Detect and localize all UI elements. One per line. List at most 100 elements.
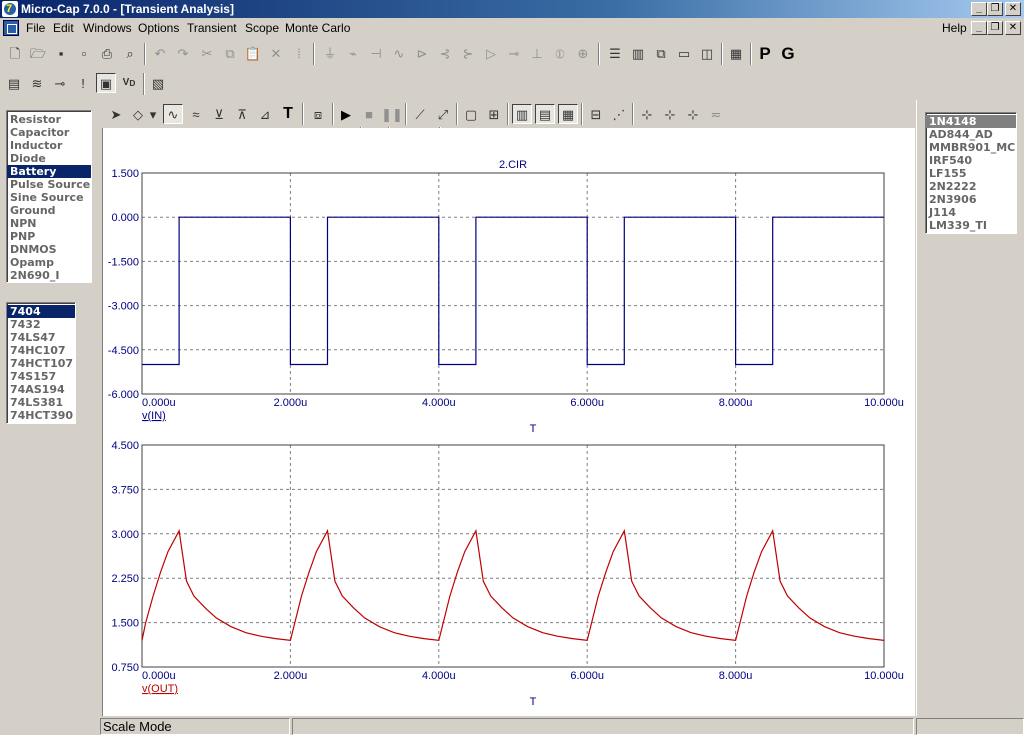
component-list-item[interactable]: Resistor <box>7 113 91 126</box>
menu-edit[interactable]: Edit <box>49 20 78 36</box>
step-line-icon[interactable]: ⤢ <box>433 104 453 124</box>
scale-mode-icon[interactable]: ∿ <box>163 104 183 124</box>
npn-icon[interactable]: ⊰ <box>435 43 455 63</box>
component-list-item[interactable]: Opamp <box>7 256 91 269</box>
select-all-icon[interactable]: ⁞ <box>289 43 309 63</box>
component-list-item[interactable]: Capacitor <box>7 126 91 139</box>
parts-list-item[interactable]: 2N3906 <box>926 193 1016 206</box>
resistor-icon[interactable]: ⌁ <box>343 43 363 63</box>
digital-parts-list-item[interactable]: 74HCT107 <box>7 357 75 370</box>
paste-icon[interactable]: 📋 <box>243 43 263 63</box>
minimize-button[interactable]: _ <box>971 2 987 16</box>
wave-icon[interactable]: ≋ <box>27 73 47 93</box>
menu-file[interactable]: File <box>22 20 49 36</box>
digital-parts-list-item[interactable]: 74S157 <box>7 370 75 383</box>
parts-list-item[interactable]: LF155 <box>926 167 1016 180</box>
digital-parts-list-item[interactable]: 74LS47 <box>7 331 75 344</box>
save-all-icon[interactable]: ▫ <box>74 43 94 63</box>
select-arrow-icon[interactable]: ➤ <box>106 104 126 124</box>
plot-window[interactable]: 2.CIR 1.500 0.000 -1.500 -3.000 -4.500 -6.000 0… <box>102 128 915 716</box>
shapes-icon[interactable]: ◇ <box>128 104 148 124</box>
buffer-icon[interactable]: ⊸ <box>504 43 524 63</box>
parts-list-item[interactable]: AD844_AD <box>926 128 1016 141</box>
mdi-restore-button[interactable]: ❐ <box>987 21 1003 35</box>
split-window-icon[interactable]: ◫ <box>697 43 717 63</box>
component-list-item[interactable]: Pulse Source <box>7 178 91 191</box>
cascade-icon[interactable]: ⧉ <box>651 43 671 63</box>
parts-list-item[interactable]: J114 <box>926 206 1016 219</box>
next-valley-icon[interactable]: ≂ <box>706 104 726 124</box>
text-tool-icon[interactable]: T <box>278 104 298 124</box>
component-list-item[interactable]: Ground <box>7 204 91 217</box>
point-tag-icon[interactable]: ⊻ <box>209 104 229 124</box>
component-list-item[interactable]: PNP <box>7 230 91 243</box>
g-button[interactable]: G <box>778 43 798 63</box>
document-icon[interactable] <box>3 20 19 36</box>
component-list-item[interactable]: Inductor <box>7 139 91 152</box>
tokens-icon[interactable]: ⋰ <box>609 104 629 124</box>
diode-icon[interactable]: ⊳ <box>412 43 432 63</box>
digital-parts-list-item[interactable]: 74LS381 <box>7 396 75 409</box>
menu-options[interactable]: Options <box>134 20 183 36</box>
menu-transient[interactable]: Transient <box>183 20 241 36</box>
digital-parts-list-item[interactable]: 74HCT390 <box>7 409 75 422</box>
component-list-item[interactable]: 2N690_I <box>7 269 91 282</box>
save-icon[interactable]: ▪ <box>51 43 71 63</box>
digital-parts-list-item[interactable]: 7432 <box>7 318 75 331</box>
digital-parts-list-item[interactable]: 74HC107 <box>7 344 75 357</box>
picture-icon[interactable]: ▧ <box>148 73 168 93</box>
opamp-icon[interactable]: ▷ <box>481 43 501 63</box>
calculator-icon[interactable]: ▦ <box>726 43 746 63</box>
sine-source-icon[interactable]: ⦶ <box>550 43 570 63</box>
vid-icon[interactable]: VD <box>119 73 139 93</box>
capacitor-icon[interactable]: ⊣ <box>366 43 386 63</box>
properties-icon[interactable]: ⧈ <box>308 104 328 124</box>
cursor-mode-icon[interactable]: ≈ <box>186 104 206 124</box>
print-preview-icon[interactable]: ⌕ <box>120 43 140 63</box>
component-list-icon[interactable]: ▤ <box>4 73 24 93</box>
tile-horizontal-icon[interactable]: ☰ <box>605 43 625 63</box>
plot-canvas[interactable]: 2.CIR1.5000.000-1.500-3.000-4.500-6.0000… <box>103 128 915 716</box>
dropdown-chevron-icon[interactable]: ▾ <box>147 104 159 124</box>
parts-list-item[interactable]: LM339_TI <box>926 219 1016 232</box>
next-simple-icon[interactable]: ⊹ <box>637 104 657 124</box>
component-list-item[interactable]: DNMOS <box>7 243 91 256</box>
battery-icon[interactable]: ⊥ <box>527 43 547 63</box>
delete-icon[interactable]: ✕ <box>266 43 286 63</box>
maximize-window-icon[interactable]: ▭ <box>674 43 694 63</box>
component-list-item[interactable]: Sine Source <box>7 191 91 204</box>
mdi-minimize-button[interactable]: _ <box>971 21 987 35</box>
next-interpolated-icon[interactable]: ⊹ <box>660 104 680 124</box>
minor-grid-icon[interactable]: ▦ <box>558 104 578 124</box>
next-peak-icon[interactable]: ⊹ <box>683 104 703 124</box>
pnp-icon[interactable]: ⊱ <box>458 43 478 63</box>
open-folder-icon[interactable]: 🗁 <box>28 43 48 63</box>
digital-parts-list[interactable]: 7404 7432 74LS47 74HC107 74HCT107 74S157 74AS1… <box>6 302 76 424</box>
component-list-item[interactable]: Battery <box>7 165 91 178</box>
line-icon[interactable]: ⟋ <box>410 104 430 124</box>
component-list[interactable]: Resistor Capacitor Inductor Diode Battery Pul… <box>6 110 92 283</box>
vertical-tag-icon[interactable]: ⊿ <box>255 104 275 124</box>
copy-icon[interactable]: ⧉ <box>220 43 240 63</box>
parts-list-item[interactable]: 2N2222 <box>926 180 1016 193</box>
ground-icon[interactable]: ⏚ <box>320 43 340 63</box>
pause-icon[interactable]: ❚❚ <box>381 104 403 124</box>
app-icon[interactable] <box>2 0 18 18</box>
print-icon[interactable]: ⎙ <box>97 43 117 63</box>
stop-icon[interactable]: ■ <box>359 104 379 124</box>
pulse-source-icon[interactable]: ⊕ <box>573 43 593 63</box>
p-button[interactable]: P <box>755 43 775 63</box>
menu-monte-carlo[interactable]: Monte Carlo <box>281 20 354 36</box>
node-icon[interactable]: ǃ <box>73 73 93 93</box>
vertical-grid-icon[interactable]: ▥ <box>512 104 532 124</box>
run-icon[interactable]: ▶ <box>336 104 356 124</box>
horizontal-grid-icon[interactable]: ▤ <box>535 104 555 124</box>
redo-icon[interactable]: ↷ <box>173 43 193 63</box>
border-icon[interactable]: ▢ <box>461 104 481 124</box>
probe-icon[interactable]: ⊸ <box>50 73 70 93</box>
close-button[interactable]: ✕ <box>1005 2 1021 16</box>
inductor-icon[interactable]: ∿ <box>389 43 409 63</box>
parts-list-item[interactable]: MMBR901_MC <box>926 141 1016 154</box>
grid-icon[interactable]: ⊞ <box>484 104 504 124</box>
parts-list-item[interactable]: IRF540 <box>926 154 1016 167</box>
